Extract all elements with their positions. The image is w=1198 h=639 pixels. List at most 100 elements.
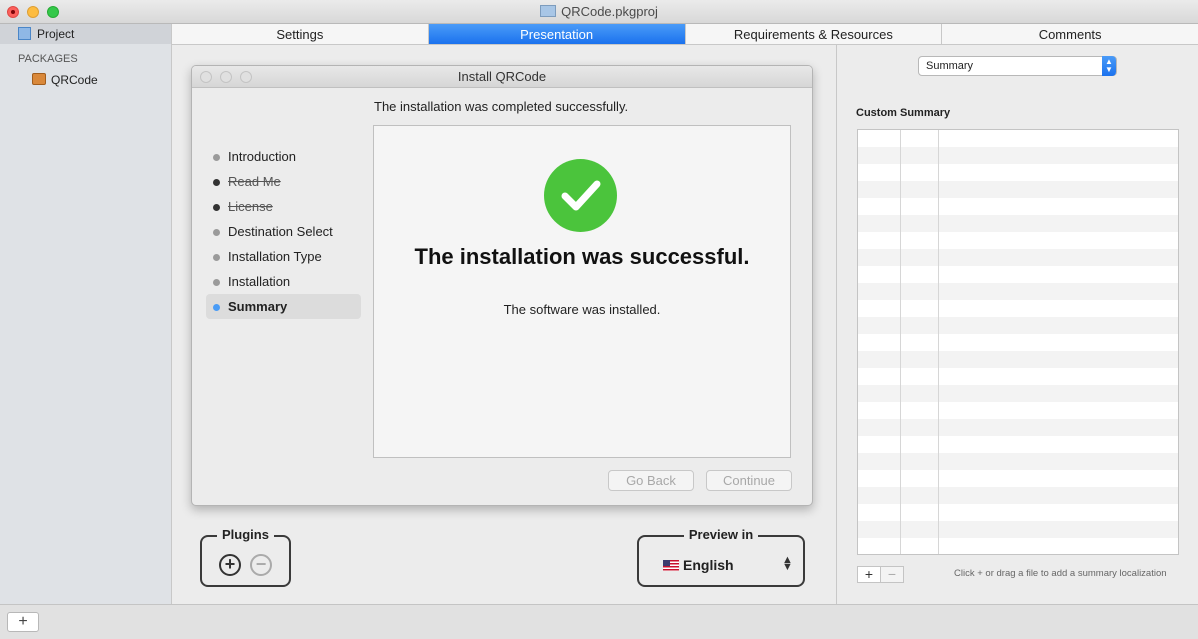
step-popup-select[interactable]: Summary ▲ ▼ [918,56,1117,76]
table-cell [858,198,901,215]
remove-localization-button[interactable]: − [881,567,903,582]
add-package-button[interactable]: + [7,612,39,632]
table-row[interactable] [858,317,1178,334]
custom-summary-table[interactable] [857,129,1179,555]
us-flag-icon [663,560,679,571]
step-installation[interactable]: Installation [206,269,361,294]
table-cell [939,504,1178,521]
table-cell [901,351,939,368]
step-introduction[interactable]: Introduction [206,144,361,169]
table-row[interactable] [858,368,1178,385]
bottom-bar: + [0,604,1198,639]
table-cell [858,249,901,266]
table-cell [901,470,939,487]
table-cell [901,521,939,538]
table-cell [939,538,1178,554]
table-row[interactable] [858,504,1178,521]
table-cell [939,402,1178,419]
table-cell [939,436,1178,453]
table-row[interactable] [858,538,1178,554]
table-row[interactable] [858,470,1178,487]
step-bullet-icon [213,154,220,161]
table-cell [939,232,1178,249]
table-cell [901,334,939,351]
add-remove-segment: + − [857,566,904,583]
tab-presentation[interactable]: Presentation [428,24,686,44]
step-bullet-icon [213,204,220,211]
table-row[interactable] [858,249,1178,266]
table-cell [939,368,1178,385]
step-destination-select[interactable]: Destination Select [206,219,361,244]
table-cell [939,385,1178,402]
table-row[interactable] [858,334,1178,351]
installer-title-bar: Install QRCode [192,66,812,88]
step-read-me[interactable]: Read Me [206,169,361,194]
table-cell [939,334,1178,351]
presentation-main: Install QRCode The installation was comp… [172,45,836,604]
go-back-button[interactable]: Go Back [608,470,694,491]
table-cell [901,249,939,266]
table-row[interactable] [858,419,1178,436]
step-installation-type[interactable]: Installation Type [206,244,361,269]
tab-requirements-resources[interactable]: Requirements & Resources [686,24,943,44]
table-row[interactable] [858,181,1178,198]
table-row[interactable] [858,198,1178,215]
table-row[interactable] [858,164,1178,181]
add-plugin-button[interactable]: + [219,554,241,576]
table-cell [858,300,901,317]
table-row[interactable] [858,402,1178,419]
right-panel: Summary ▲ ▼ Custom Summary + − Click + or… [836,45,1198,604]
preview-language-select[interactable]: English [683,557,734,573]
table-row[interactable] [858,351,1178,368]
table-row[interactable] [858,283,1178,300]
table-cell [901,232,939,249]
sidebar-item-package[interactable]: QRCode [51,73,98,87]
tab-comments[interactable]: Comments [942,24,1198,44]
table-cell [901,147,939,164]
installer-steps-list: Introduction Read Me License Destination… [206,144,361,319]
preview-in-label: Preview in [683,527,759,542]
table-cell [858,436,901,453]
step-summary[interactable]: Summary [206,294,361,319]
step-bullet-icon [213,279,220,286]
continue-button[interactable]: Continue [706,470,792,491]
table-cell [901,385,939,402]
step-license[interactable]: License [206,194,361,219]
chevron-updown-icon: ▲ ▼ [1102,56,1116,76]
table-row[interactable] [858,215,1178,232]
table-row[interactable] [858,130,1178,147]
table-cell [939,147,1178,164]
table-cell [939,266,1178,283]
installer-title: Install QRCode [457,69,547,84]
step-bullet-icon [213,254,220,261]
table-cell [939,300,1178,317]
add-localization-button[interactable]: + [858,567,881,582]
step-bullet-icon [213,179,220,186]
table-cell [858,334,901,351]
table-row[interactable] [858,453,1178,470]
table-row[interactable] [858,521,1178,538]
chevron-updown-icon[interactable]: ▲ ▼ [782,555,793,573]
table-cell [901,215,939,232]
table-cell [939,283,1178,300]
table-row[interactable] [858,436,1178,453]
sidebar-item-project[interactable]: Project [0,24,171,44]
table-cell [858,419,901,436]
table-cell [858,283,901,300]
remove-plugin-button[interactable]: − [250,554,272,576]
table-row[interactable] [858,487,1178,504]
table-cell [858,130,901,147]
table-row[interactable] [858,147,1178,164]
table-cell [939,351,1178,368]
preview-language-group: Preview in English ▲ ▼ [637,527,805,587]
table-row[interactable] [858,300,1178,317]
table-row[interactable] [858,232,1178,249]
package-icon [32,73,46,85]
table-row[interactable] [858,266,1178,283]
table-cell [939,453,1178,470]
title-bar: QRCode.pkgproj [0,0,1198,24]
table-row[interactable] [858,385,1178,402]
table-cell [939,470,1178,487]
tab-settings[interactable]: Settings [172,24,429,44]
table-cell [901,487,939,504]
